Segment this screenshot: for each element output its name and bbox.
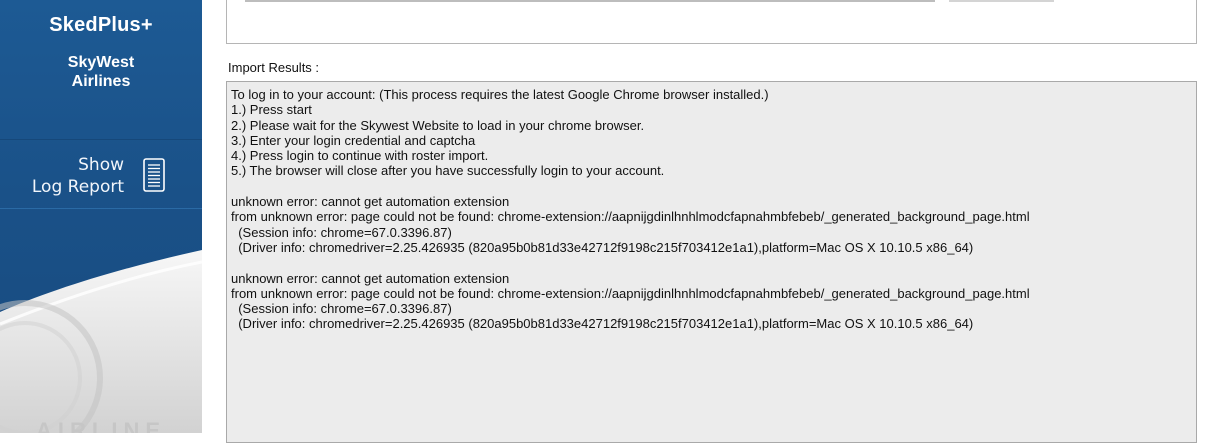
top-panel <box>226 0 1197 44</box>
decorative-swoosh <box>0 250 202 433</box>
import-results-label: Import Results : <box>228 60 320 75</box>
log-report-label-line2: Log Report <box>31 177 124 197</box>
airline-name-line1: SkyWest <box>67 54 135 71</box>
app-title: SkedPlus+ <box>49 14 153 36</box>
top-panel-field-secondary <box>949 0 1054 2</box>
airline-watermark: AIRLINE <box>36 418 166 433</box>
import-results-textarea[interactable]: To log in to your account: (This process… <box>226 81 1197 443</box>
sidebar: SkedPlus+ SkyWest Airlines Show Log Repo… <box>0 0 202 433</box>
airline-name-line2: Airlines <box>71 73 131 90</box>
airline-name: SkyWest Airlines <box>0 53 202 91</box>
document-list-icon <box>143 158 165 192</box>
import-results-text: To log in to your account: (This process… <box>231 87 1030 332</box>
log-report-label-line1: Show <box>78 155 124 175</box>
top-panel-field <box>245 0 935 2</box>
log-report-label: Show Log Report <box>32 154 124 198</box>
show-log-report-button[interactable]: Show Log Report <box>0 139 202 209</box>
